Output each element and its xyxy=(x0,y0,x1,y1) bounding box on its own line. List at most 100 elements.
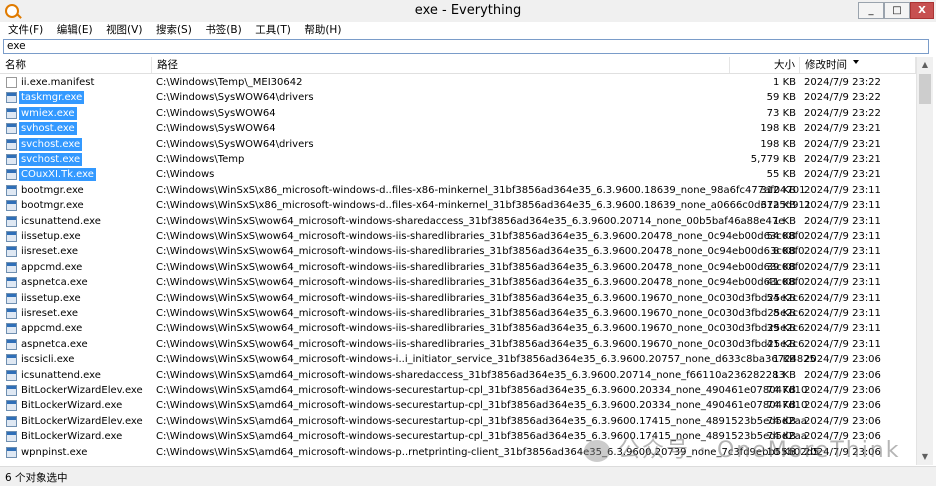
file-path: C:\Windows\Temp\_MEI30642 xyxy=(156,77,303,88)
column-header-size[interactable]: 大小 xyxy=(730,57,800,73)
file-path: C:\Windows\WinSxS\wow64_microsoft-window… xyxy=(156,231,805,242)
file-date: 2024/7/9 23:11 xyxy=(804,261,881,273)
file-icon xyxy=(6,184,17,196)
status-text: 6 个对象选中 xyxy=(5,472,68,484)
table-row[interactable]: aspnetca.exe C:\Windows\WinSxS\wow64_micr… xyxy=(0,337,916,352)
menu-search[interactable]: 搜索(S) xyxy=(151,22,197,39)
wechat-logo-icon xyxy=(584,440,610,462)
file-path: C:\Windows\SysWOW64\drivers xyxy=(156,138,314,150)
file-name: BitLockerWizardElev.exe xyxy=(21,415,143,427)
file-date: 2024/7/9 23:11 xyxy=(804,308,881,319)
file-path: C:\Windows\WinSxS\wow64_microsoft-window… xyxy=(156,323,805,335)
minimize-button[interactable]: _ xyxy=(858,2,884,19)
file-name: aspnetca.exe xyxy=(21,277,88,289)
file-date: 2024/7/9 23:21 xyxy=(804,138,881,150)
table-row[interactable]: BitLockerWizard.exe C:\Windows\WinSxS\amd… xyxy=(0,398,916,413)
file-date: 2024/7/9 23:11 xyxy=(804,246,881,258)
table-row[interactable]: appcmd.exe C:\Windows\WinSxS\wow64_micros… xyxy=(0,260,916,275)
column-header-name[interactable]: 名称 xyxy=(0,57,152,73)
file-path: C:\Windows\WinSxS\wow64_microsoft-window… xyxy=(156,354,816,366)
file-path: C:\Windows\WinSxS\x86_microsoft-windows-… xyxy=(156,184,806,196)
menu-edit[interactable]: 编辑(E) xyxy=(52,22,98,39)
file-name: svchost.exe xyxy=(19,137,83,151)
table-row[interactable]: icsunattend.exe C:\Windows\WinSxS\wow64_m… xyxy=(0,214,916,229)
vertical-scrollbar[interactable]: ▲ ▼ xyxy=(916,57,933,465)
maximize-button[interactable]: □ xyxy=(884,2,910,19)
table-row[interactable]: taskmgr.exe C:\Windows\SysWOW64\drivers 59… xyxy=(0,90,916,105)
table-row[interactable]: svchost.exe C:\Windows\Temp 5,779 KB 2024/7… xyxy=(0,152,916,167)
file-path: C:\Windows\WinSxS\wow64_microsoft-window… xyxy=(156,308,805,319)
table-row[interactable]: svchost.exe C:\Windows\SysWOW64\drivers 19… xyxy=(0,137,916,152)
table-row[interactable]: iissetup.exe C:\Windows\WinSxS\wow64_micr… xyxy=(0,291,916,306)
search-input[interactable]: exe xyxy=(3,39,929,54)
file-size: 59 KB xyxy=(766,92,796,104)
table-row[interactable]: bootmgr.exe C:\Windows\WinSxS\x86_microso… xyxy=(0,183,916,198)
file-name: taskmgr.exe xyxy=(19,91,85,105)
file-size: 198 KB xyxy=(760,123,796,135)
file-size: 54 KB xyxy=(766,292,796,304)
menu-file[interactable]: 文件(F) xyxy=(3,22,48,39)
menu-tools[interactable]: 工具(T) xyxy=(250,22,296,39)
file-name: iscsicli.exe xyxy=(21,354,75,366)
file-path: C:\Windows\WinSxS\wow64_microsoft-window… xyxy=(156,215,785,227)
close-button[interactable]: X xyxy=(910,2,934,19)
file-icon xyxy=(6,231,17,242)
file-size: 1 KB xyxy=(773,77,796,88)
file-date: 2024/7/9 23:06 xyxy=(804,400,881,412)
file-name: bootmgr.exe xyxy=(21,200,84,212)
file-name: wpnpinst.exe xyxy=(21,446,88,458)
table-row[interactable]: aspnetca.exe C:\Windows\WinSxS\wow64_micr… xyxy=(0,275,916,290)
file-date: 2024/7/9 23:06 xyxy=(804,354,881,366)
table-row[interactable]: BitLockerWizardElev.exe C:\Windows\WinSxS… xyxy=(0,414,916,429)
file-name: ii.exe.manifest xyxy=(21,77,95,88)
file-size: 8 KB xyxy=(773,246,796,258)
menu-bookmarks[interactable]: 书签(B) xyxy=(200,22,246,39)
table-row[interactable]: svhost.exe C:\Windows\SysWOW64 198 KB 2024/… xyxy=(0,121,916,136)
file-name: BitLockerWizard.exe xyxy=(21,400,123,412)
file-icon xyxy=(6,200,17,212)
table-row[interactable]: appcmd.exe C:\Windows\WinSxS\wow64_micros… xyxy=(0,321,916,336)
menu-view[interactable]: 视图(V) xyxy=(101,22,147,39)
file-size: 1 KB xyxy=(773,354,796,366)
status-bar: 6 个对象选中 xyxy=(0,466,936,486)
file-name: bootmgr.exe xyxy=(21,184,84,196)
file-date: 2024/7/9 23:11 xyxy=(804,231,881,242)
table-row[interactable]: iissetup.exe C:\Windows\WinSxS\wow64_micr… xyxy=(0,229,916,244)
file-path: C:\Windows\Temp xyxy=(156,154,245,165)
file-size: 73 KB xyxy=(766,107,796,119)
scroll-thumb[interactable] xyxy=(919,74,931,104)
table-row[interactable]: iisreset.exe C:\Windows\WinSxS\wow64_micr… xyxy=(0,244,916,259)
scroll-up-arrow-icon[interactable]: ▲ xyxy=(917,57,933,73)
table-row[interactable]: iscsicli.exe C:\Windows\WinSxS\wow64_micr… xyxy=(0,352,916,367)
menu-help[interactable]: 帮助(H) xyxy=(299,22,346,39)
file-size: 1 KB xyxy=(773,369,796,381)
column-header-path[interactable]: 路径 xyxy=(152,57,730,73)
file-icon xyxy=(6,138,17,150)
table-row[interactable]: icsunattend.exe C:\Windows\WinSxS\amd64_m… xyxy=(0,368,916,383)
file-icon xyxy=(6,154,17,165)
table-row[interactable]: ii.exe.manifest C:\Windows\Temp\_MEI30642… xyxy=(0,75,916,90)
table-row[interactable]: COuxXI.Tk.exe C:\Windows 55 KB 2024/7/9 23:… xyxy=(0,167,916,182)
file-path: C:\Windows\SysWOW64 xyxy=(156,107,276,119)
file-name: BitLockerWizard.exe xyxy=(21,431,123,443)
file-icon xyxy=(6,354,17,366)
file-name: iisreset.exe xyxy=(21,246,79,258)
table-row[interactable]: wmiex.exe C:\Windows\SysWOW64 73 KB 2024/7/… xyxy=(0,106,916,121)
file-path: C:\Windows\WinSxS\amd64_microsoft-window… xyxy=(156,415,807,427)
file-name: COuxXI.Tk.exe xyxy=(19,168,96,182)
table-row[interactable]: iisreset.exe C:\Windows\WinSxS\wow64_micr… xyxy=(0,306,916,321)
table-row[interactable]: BitLockerWizardElev.exe C:\Windows\WinSxS… xyxy=(0,383,916,398)
file-date: 2024/7/9 23:21 xyxy=(804,154,881,165)
table-row[interactable]: bootmgr.exe C:\Windows\WinSxS\x86_microso… xyxy=(0,198,916,213)
sort-descending-icon xyxy=(853,60,859,64)
file-path: C:\Windows\WinSxS\amd64_microsoft-window… xyxy=(156,369,785,381)
file-icon xyxy=(6,400,17,412)
file-size: 1 KB xyxy=(773,215,796,227)
file-name: svhost.exe xyxy=(19,122,77,136)
file-icon xyxy=(6,415,17,427)
file-icon xyxy=(6,77,17,88)
file-name: wmiex.exe xyxy=(19,106,77,120)
file-date: 2024/7/9 23:06 xyxy=(804,385,881,396)
scroll-down-arrow-icon[interactable]: ▼ xyxy=(917,449,933,465)
menu-bar: 文件(F) 编辑(E) 视图(V) 搜索(S) 书签(B) 工具(T) 帮助(H… xyxy=(0,22,936,39)
